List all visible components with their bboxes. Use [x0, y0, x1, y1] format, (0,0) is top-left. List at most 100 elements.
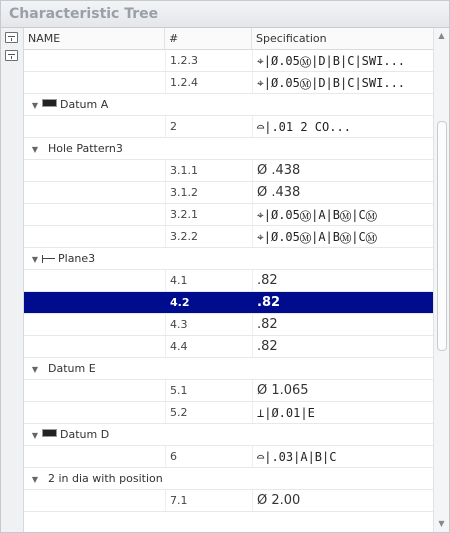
number-cell: 7.1 — [165, 490, 252, 511]
scroll-down-icon[interactable]: ▼ — [434, 516, 449, 532]
specification-cell: ⌖|Ø.05Ⓜ|D|B|C|SWI... — [252, 50, 434, 71]
name-cell — [24, 270, 165, 291]
feature-control-frame: ⌓|.01 2 CO... — [257, 120, 351, 134]
dimension-value: Ø .438 — [257, 163, 301, 178]
tree-grid: NAME # Specification 1.2.3 ⌖|Ø.05Ⓜ|D|B|C|… — [24, 28, 434, 532]
number-cell: 4.4 — [165, 336, 252, 357]
group-label: Datum E — [48, 362, 96, 375]
specification-cell: ⌖|Ø.05Ⓜ|A|BⓂ|CⓂ — [252, 204, 434, 225]
group-label: Datum A — [60, 98, 109, 111]
expand-all-icon[interactable] — [5, 32, 18, 43]
tree-row[interactable]: 5.1 Ø 1.065 — [24, 380, 434, 402]
name-cell — [24, 116, 165, 137]
number-cell: 3.1.2 — [165, 182, 252, 203]
collapse-caret-icon[interactable]: ▼ — [28, 359, 42, 381]
collapse-caret-icon[interactable]: ▼ — [28, 249, 42, 271]
collapse-all-icon[interactable] — [5, 50, 18, 61]
tree-row[interactable]: 3.1.2 Ø .438 — [24, 182, 434, 204]
tree-row[interactable]: 2 ⌓|.01 2 CO... — [24, 116, 434, 138]
group-label: Datum D — [60, 428, 110, 441]
group-name-cell: ▼ 2 in dia with position — [24, 468, 165, 489]
tree-row[interactable]: 4.1 .82 — [24, 270, 434, 292]
name-cell — [24, 314, 165, 335]
collapse-caret-icon[interactable]: ▼ — [28, 95, 42, 117]
group-label: Plane3 — [58, 252, 96, 265]
number-cell: 4.1 — [165, 270, 252, 291]
name-cell — [24, 160, 165, 181]
specification-cell: .82 — [252, 270, 434, 291]
number-cell: 3.2.2 — [165, 226, 252, 247]
grid-rows: 1.2.3 ⌖|Ø.05Ⓜ|D|B|C|SWI... 1.2.4 ⌖|Ø.05Ⓜ|D|… — [24, 50, 434, 512]
name-cell — [24, 336, 165, 357]
specification-cell: ⌖|Ø.05Ⓜ|A|BⓂ|CⓂ — [252, 226, 434, 247]
feature-control-frame: ⌖|Ø.05Ⓜ|A|BⓂ|CⓂ — [257, 230, 377, 244]
tree-row[interactable]: 1.2.3 ⌖|Ø.05Ⓜ|D|B|C|SWI... — [24, 50, 434, 72]
specification-cell: .82 — [252, 314, 434, 335]
number-cell: 1.2.3 — [165, 50, 252, 71]
tree-row[interactable]: 1.2.4 ⌖|Ø.05Ⓜ|D|B|C|SWI... — [24, 72, 434, 94]
datum-icon — [42, 99, 57, 107]
number-cell: 1.2.4 — [165, 72, 252, 93]
column-header-name[interactable]: NAME — [24, 28, 165, 49]
number-cell: 4.2 — [165, 292, 252, 313]
left-toolbar — [1, 28, 24, 532]
dimension-value: .82 — [257, 295, 281, 310]
panel-title: Characteristic Tree — [1, 1, 449, 28]
specification-cell: Ø 1.065 — [252, 380, 434, 401]
tree-row[interactable]: 3.1.1 Ø .438 — [24, 160, 434, 182]
tree-group-row[interactable]: ▼ Plane3 — [24, 248, 434, 270]
column-header-specification[interactable]: Specification — [252, 28, 434, 49]
plane-icon — [42, 254, 55, 263]
tree-row[interactable]: 4.3 .82 — [24, 314, 434, 336]
feature-control-frame: ⌖|Ø.05Ⓜ|D|B|C|SWI... — [257, 54, 406, 68]
collapse-caret-icon[interactable]: ▼ — [28, 139, 42, 161]
tree-row[interactable]: 3.2.1 ⌖|Ø.05Ⓜ|A|BⓂ|CⓂ — [24, 204, 434, 226]
name-cell — [24, 72, 165, 93]
dimension-value: Ø 2.00 — [257, 493, 301, 508]
grid-header: NAME # Specification — [24, 28, 434, 50]
dimension-value: Ø 1.065 — [257, 383, 309, 398]
group-name-cell: ▼ Plane3 — [24, 248, 165, 269]
tree-row[interactable]: 3.2.2 ⌖|Ø.05Ⓜ|A|BⓂ|CⓂ — [24, 226, 434, 248]
tree-group-row[interactable]: ▼ Datum D — [24, 424, 434, 446]
tree-row[interactable]: 5.2 ⊥|Ø.01|E — [24, 402, 434, 424]
dimension-value: Ø .438 — [257, 185, 301, 200]
tree-group-row[interactable]: ▼ Hole Pattern3 — [24, 138, 434, 160]
scroll-thumb[interactable] — [437, 121, 447, 351]
tree-row[interactable]: 7.1 Ø 2.00 — [24, 490, 434, 512]
dimension-value: .82 — [257, 273, 278, 288]
scroll-up-icon[interactable]: ▲ — [434, 28, 449, 44]
number-cell: 6 — [165, 446, 252, 467]
group-name-cell: ▼ Datum A — [24, 94, 165, 115]
number-cell: 4.3 — [165, 314, 252, 335]
tree-row[interactable]: 6 ⌓|.03|A|B|C — [24, 446, 434, 468]
name-cell — [24, 204, 165, 225]
tree-group-row[interactable]: ▼ 2 in dia with position — [24, 468, 434, 490]
collapse-caret-icon[interactable]: ▼ — [28, 469, 42, 491]
specification-cell: Ø 2.00 — [252, 490, 434, 511]
name-cell — [24, 380, 165, 401]
tree-group-row[interactable]: ▼ Datum A — [24, 94, 434, 116]
collapse-caret-icon[interactable]: ▼ — [28, 425, 42, 447]
number-cell: 5.1 — [165, 380, 252, 401]
vertical-scrollbar[interactable]: ▲ ▼ — [433, 28, 449, 532]
specification-cell: .82 — [252, 336, 434, 357]
column-header-number[interactable]: # — [165, 28, 252, 49]
name-cell — [24, 292, 165, 313]
tree-group-row[interactable]: ▼ Datum E — [24, 358, 434, 380]
number-cell: 3.1.1 — [165, 160, 252, 181]
tree-row[interactable]: 4.2 .82 — [24, 292, 434, 314]
feature-control-frame: ⌓|.03|A|B|C — [257, 450, 337, 464]
dimension-value: .82 — [257, 339, 278, 354]
number-cell: 2 — [165, 116, 252, 137]
tree-row[interactable]: 4.4 .82 — [24, 336, 434, 358]
name-cell — [24, 402, 165, 423]
